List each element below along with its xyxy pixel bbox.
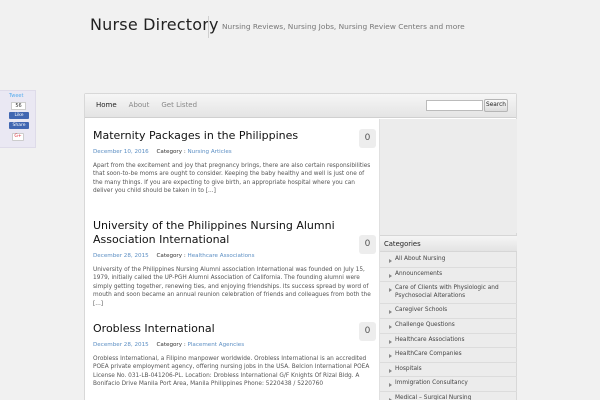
post-meta: December 28, 2015 Category : Healthcare … [93, 253, 373, 259]
category-item[interactable]: Care of Clients with Physiologic and Psy… [380, 282, 517, 305]
site-title[interactable]: Nurse Directory [90, 15, 219, 34]
comment-count-badge[interactable]: 0 [359, 322, 376, 341]
header-divider [208, 16, 209, 38]
post-title[interactable]: University of the Philippines Nursing Al… [93, 219, 373, 247]
comment-count-badge[interactable]: 0 [359, 235, 376, 254]
category-label: Category : [156, 149, 186, 155]
post: University of the Philippines Nursing Al… [93, 219, 376, 308]
main-content: Maternity Packages in the Philippines 0 … [85, 119, 379, 400]
nav-menu: Home About Get Listed [91, 98, 202, 112]
post-date[interactable]: December 28, 2015 [93, 253, 149, 259]
post-category-link[interactable]: Healthcare Associations [187, 253, 254, 259]
search-input[interactable] [426, 100, 483, 111]
post-date[interactable]: December 10, 2016 [93, 149, 149, 155]
category-item[interactable]: Challenge Questions [380, 319, 517, 334]
categories-heading: Categories [380, 235, 517, 252]
category-label: Category : [156, 253, 186, 259]
navbar: Home About Get Listed Search [85, 94, 516, 118]
sidebar: Categories All About Nursing Announcemen… [379, 119, 517, 400]
post: Orobless International 0 December 28, 20… [93, 322, 376, 389]
post-excerpt: Apart from the excitement and joy that p… [93, 163, 371, 195]
search-button[interactable]: Search [484, 99, 508, 112]
post-category-link[interactable]: Placement Agencies [187, 342, 244, 348]
category-item[interactable]: All About Nursing [380, 253, 517, 268]
sidebar-widget-area [380, 119, 517, 233]
post-meta: December 28, 2015 Category : Placement A… [93, 342, 373, 348]
post-meta: December 10, 2016 Category : Nursing Art… [93, 149, 373, 155]
nav-item-home[interactable]: Home [91, 98, 122, 112]
post-title[interactable]: Orobless International [93, 322, 373, 336]
nav-item-about[interactable]: About [124, 98, 155, 112]
category-item[interactable]: Caregiver Schools [380, 304, 517, 319]
category-item[interactable]: Hospitals [380, 363, 517, 378]
social-share-widget: Tweet 56 Like Share G+ [0, 90, 36, 148]
category-item[interactable]: Medical – Surgical Nursing [380, 392, 517, 400]
category-item[interactable]: Announcements [380, 268, 517, 283]
facebook-share-button[interactable]: Share [9, 122, 29, 129]
facebook-like-button[interactable]: Like [9, 112, 29, 119]
post-excerpt: Orobless International, a Filipino manpo… [93, 356, 370, 388]
site-tagline: Nursing Reviews, Nursing Jobs, Nursing R… [222, 22, 465, 31]
categories-list: All About Nursing Announcements Care of … [380, 253, 517, 400]
category-item[interactable]: HealthCare Companies [380, 348, 517, 363]
site-header: Nurse Directory Nursing Reviews, Nursing… [0, 0, 600, 60]
post-excerpt: University of the Philippines Nursing Al… [93, 267, 371, 307]
google-plus-button[interactable]: G+ [12, 133, 24, 141]
category-label: Category : [156, 342, 186, 348]
page-container: Home About Get Listed Search Maternity P… [84, 93, 517, 400]
tweet-button[interactable]: Tweet [9, 93, 23, 99]
nav-item-get-listed[interactable]: Get Listed [156, 98, 202, 112]
post-title[interactable]: Maternity Packages in the Philippines [93, 129, 373, 143]
comment-count-badge[interactable]: 0 [359, 129, 376, 148]
post: Maternity Packages in the Philippines 0 … [93, 129, 376, 196]
like-count: 56 [11, 102, 26, 110]
post-date[interactable]: December 28, 2015 [93, 342, 149, 348]
post-category-link[interactable]: Nursing Articles [187, 149, 231, 155]
category-item[interactable]: Immigration Consultancy [380, 377, 517, 392]
category-item[interactable]: Healthcare Associations [380, 334, 517, 349]
